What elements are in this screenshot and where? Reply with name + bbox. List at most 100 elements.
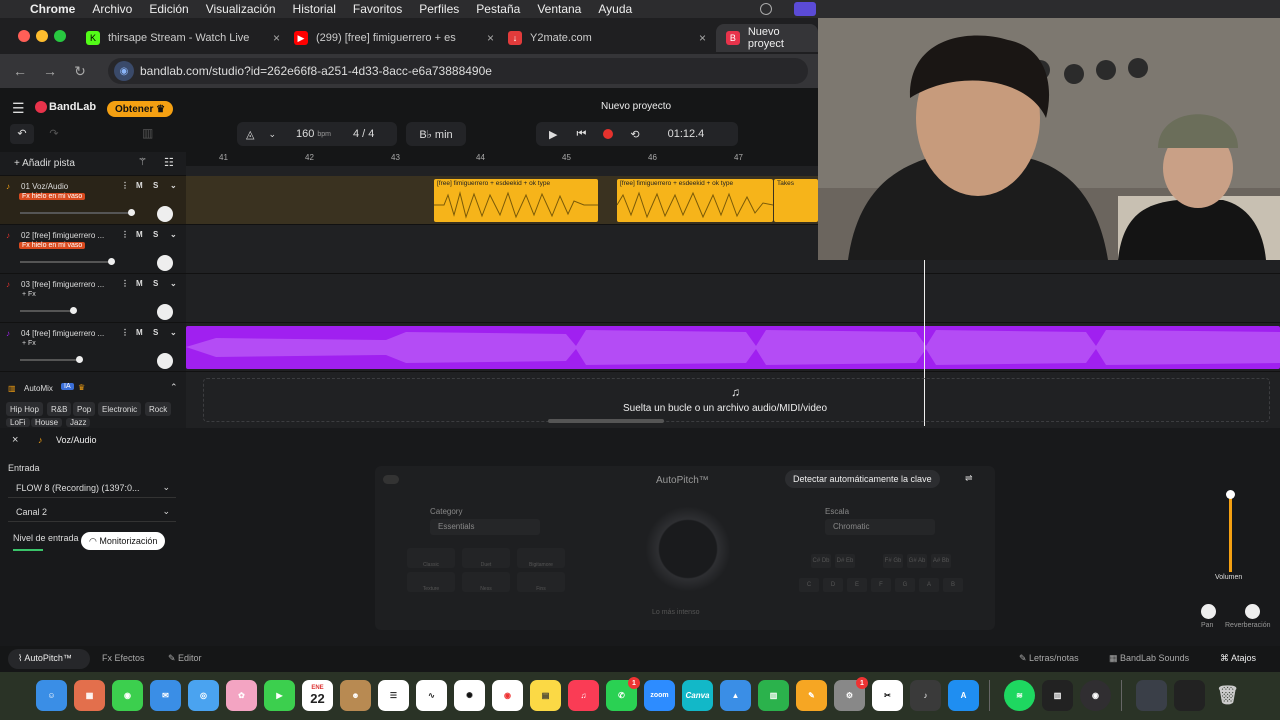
shortcuts-button[interactable]: ⌘ Atajos [1220, 653, 1256, 664]
appstore-alt-icon[interactable]: ◎ [188, 680, 219, 711]
audio-clip[interactable] [186, 326, 1280, 369]
genre-chip[interactable]: House [31, 418, 63, 427]
lyrics-button[interactable]: ✎ Letras/notas [1019, 653, 1079, 664]
obtener-button[interactable]: Obtener ♛ [107, 101, 174, 117]
garageband-icon[interactable]: ♪ [910, 680, 941, 711]
volume-slider[interactable] [20, 258, 115, 265]
scale-key[interactable]: E [847, 578, 867, 592]
appstore-icon[interactable]: A [948, 680, 979, 711]
sounds-button[interactable]: ▦ BandLab Sounds [1109, 653, 1189, 664]
close-icon[interactable]: × [487, 31, 494, 45]
chevron-down-icon[interactable]: ⌄ [170, 328, 177, 337]
menu-item[interactable]: Edición [149, 2, 188, 16]
track-name[interactable]: 04 [free] fimiguerrero ... [21, 329, 115, 338]
track-row[interactable]: ♪ 01 Voz/Audio ⋮ M S ⌄ Fx hielo en mi va… [0, 176, 186, 225]
chevron-down-icon[interactable]: ⌄ [170, 181, 177, 190]
finder-icon[interactable]: ☺ [36, 680, 67, 711]
notes-icon[interactable]: ▤ [530, 680, 561, 711]
address-bar[interactable]: ◉ bandlab.com/studio?id=262e66f8-a251-4d… [108, 58, 808, 84]
scale-select[interactable]: Chromatic [825, 519, 935, 535]
filter-icon[interactable]: ☷ [164, 156, 174, 169]
scale-key[interactable]: G# Ab [907, 554, 927, 568]
menu-item[interactable]: Perfiles [419, 2, 459, 16]
timeline-ruler[interactable]: 41 42 43 44 45 46 47 [186, 152, 818, 166]
track-row[interactable]: ♪ 02 [free] fimiguerrero ... ⋮ M S ⌄ Fx … [0, 225, 186, 274]
numbers-icon[interactable]: ▥ [758, 680, 789, 711]
genre-chip[interactable]: Rock [145, 402, 172, 416]
menu-item[interactable]: Archivo [92, 2, 132, 16]
system-settings-icon[interactable]: ⚙ 1 [834, 677, 868, 711]
skip-back-icon[interactable]: ⏮ [576, 128, 586, 141]
key-selector[interactable]: B♭ min [406, 122, 466, 146]
site-info-icon[interactable]: ◉ [114, 61, 134, 81]
audio-clip[interactable]: [free] fimiguerrero + esdeekid + ok type [617, 179, 773, 222]
add-fx-button[interactable]: + Fx [19, 340, 39, 347]
menu-item[interactable]: Visualización [206, 2, 276, 16]
freeform-icon[interactable]: ∿ [416, 680, 447, 711]
zoom-window-button[interactable] [54, 30, 66, 42]
mail-icon[interactable]: ✉ [150, 680, 181, 711]
genre-chip[interactable]: Pop [73, 402, 96, 416]
scale-key[interactable]: D# Eb [835, 554, 855, 568]
piano-icon[interactable]: ▥ [1042, 680, 1073, 711]
pan-knob[interactable] [1201, 604, 1216, 619]
chevron-up-icon[interactable]: ⌃ [170, 382, 178, 393]
close-window-button[interactable] [18, 30, 30, 42]
horizontal-scrollbar[interactable] [548, 419, 664, 423]
track-lane[interactable] [186, 274, 1280, 323]
chrome-icon[interactable]: ◉ [492, 680, 523, 711]
more-icon[interactable]: ⋮ [121, 181, 129, 190]
mute-button[interactable]: M [136, 230, 143, 239]
close-icon[interactable]: × [12, 434, 18, 446]
wand-icon[interactable]: ⚚ [138, 157, 147, 168]
window-thumbnail[interactable] [1174, 680, 1205, 711]
close-icon[interactable]: × [273, 31, 280, 45]
track-name[interactable]: 01 Voz/Audio [21, 182, 115, 191]
pan-knob[interactable] [157, 206, 173, 222]
zoom-icon[interactable]: zoom [644, 680, 675, 711]
browser-tab[interactable]: ↓ Y2mate.com × [508, 24, 712, 52]
track-row[interactable]: ♪ 03 [free] fimiguerrero ... ⋮ M S ⌄ + F… [0, 274, 186, 323]
photos-icon[interactable]: ✿ [226, 680, 257, 711]
add-fx-button[interactable]: + Fx [19, 291, 39, 298]
bpm-value[interactable]: 160 [296, 128, 314, 140]
window-thumbnail[interactable] [1136, 680, 1167, 711]
keynote-icon[interactable]: ▲ [720, 680, 751, 711]
close-icon[interactable]: × [699, 31, 706, 45]
trash-icon[interactable]: 🗑 [1212, 680, 1243, 711]
chevron-down-icon[interactable]: ⌄ [170, 230, 177, 239]
menu-item[interactable]: Ventana [537, 2, 581, 16]
preset-tile[interactable]: Bigitamore [517, 548, 565, 568]
preset-tile[interactable]: Duet [462, 548, 510, 568]
track-lane[interactable] [186, 323, 1280, 372]
scale-key[interactable]: A [919, 578, 939, 592]
more-icon[interactable]: ⋮ [121, 328, 129, 337]
add-track-button[interactable]: + Añadir pista [14, 158, 75, 169]
audio-clip[interactable]: [free] fimiguerrero + esdeekid + ok type [434, 179, 598, 222]
mixer-icon[interactable]: ▥ [142, 126, 153, 140]
forward-icon[interactable]: → [35, 63, 65, 79]
genre-chip[interactable]: Hip Hop [6, 402, 43, 416]
canva-icon[interactable]: Canva [682, 680, 713, 711]
settings-sliders-icon[interactable]: ⇌ [965, 473, 973, 484]
slider-knob[interactable] [76, 356, 83, 363]
menu-item[interactable]: Historial [293, 2, 336, 16]
pan-knob[interactable] [157, 353, 173, 369]
solo-button[interactable]: S [153, 230, 158, 239]
audio-clip[interactable]: Takes [774, 179, 818, 222]
detect-key-button[interactable]: Detectar automáticamente la clave [785, 470, 940, 488]
scale-key[interactable]: G [895, 578, 915, 592]
volume-slider[interactable] [20, 307, 77, 314]
reverb-knob[interactable] [1245, 604, 1260, 619]
scale-key[interactable]: A# Bb [931, 554, 951, 568]
preset-tile[interactable]: Classic [407, 548, 455, 568]
minimize-window-button[interactable] [36, 30, 48, 42]
preset-tile[interactable]: Fins [517, 572, 565, 592]
track-name[interactable]: 03 [free] fimiguerrero ... [21, 280, 115, 289]
scale-key[interactable]: C [799, 578, 819, 592]
capcut-icon[interactable]: ✂ [872, 680, 903, 711]
slider-knob[interactable] [70, 307, 77, 314]
input-device-select[interactable]: FLOW 8 (Recording) (1397:0... ⌄ [8, 478, 176, 498]
launchpad-icon[interactable]: ▦ [74, 680, 105, 711]
more-icon[interactable]: ⋮ [121, 279, 129, 288]
